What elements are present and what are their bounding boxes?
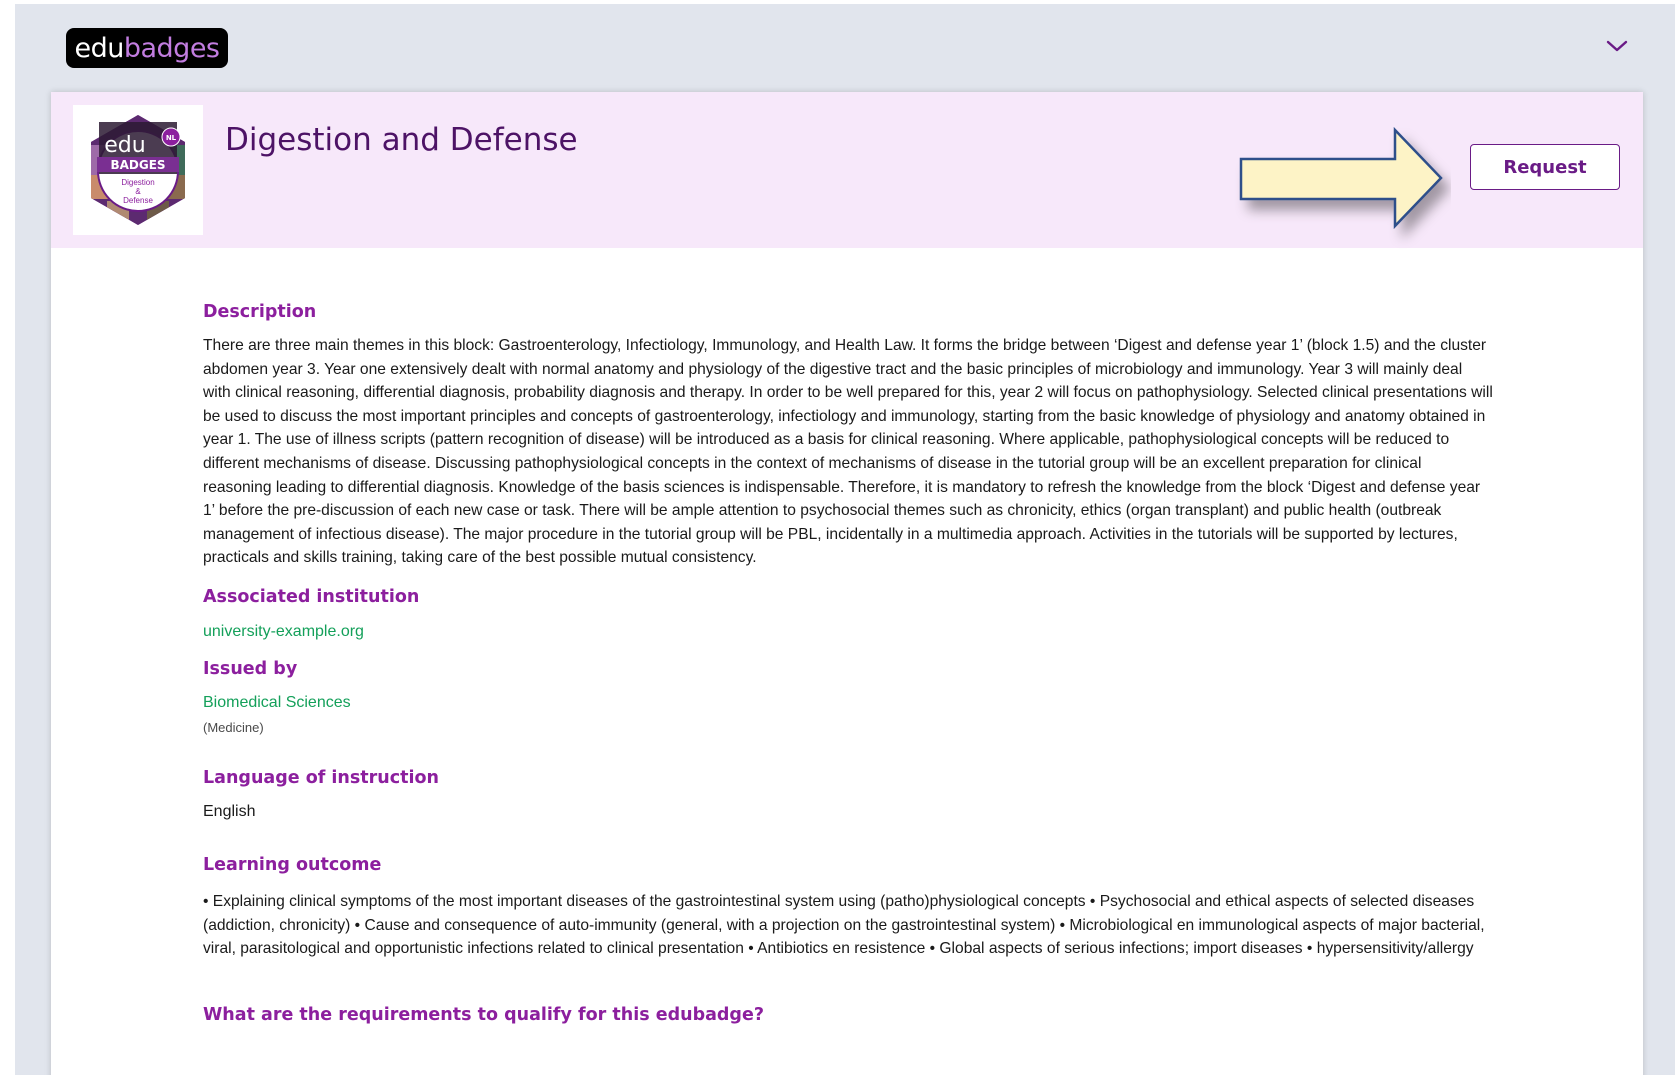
issued-by-heading: Issued by	[203, 659, 298, 679]
language-value: English	[203, 803, 256, 820]
issuer-link[interactable]: Biomedical Sciences	[203, 694, 351, 712]
top-bar: edu badges	[15, 4, 1675, 92]
request-button[interactable]: Request	[1470, 144, 1620, 190]
badge-image-line3: Defense	[123, 196, 153, 205]
badge-detail-card: edu BADGES Digestion & Defense NL Digest…	[51, 92, 1643, 1075]
badge-image-badges: BADGES	[110, 158, 165, 172]
badge-image-line2: &	[135, 187, 141, 196]
description-text: There are three main themes in this bloc…	[203, 337, 1493, 567]
logo-edu-text: edu	[74, 32, 124, 64]
badge-image-line1: Digestion	[121, 178, 154, 187]
edubadges-logo[interactable]: edu badges	[66, 28, 228, 68]
chevron-down-icon[interactable]	[1602, 34, 1632, 58]
page-title: Digestion and Defense	[225, 122, 578, 158]
page-background: edu badges edu BADGES Digestion & Defens…	[15, 4, 1675, 1075]
logo-badges-text: badges	[123, 32, 220, 64]
badge-image-edu: edu	[104, 133, 145, 158]
institution-heading: Associated institution	[203, 587, 420, 607]
learning-outcome-text: • Explaining clinical symptoms of the mo…	[203, 893, 1485, 958]
language-heading: Language of instruction	[203, 768, 439, 788]
requirements-heading: What are the requirements to qualify for…	[203, 1005, 764, 1025]
badge-header: edu BADGES Digestion & Defense NL Digest…	[51, 92, 1643, 248]
arrow-annotation-icon	[1221, 126, 1451, 255]
institution-link[interactable]: university-example.org	[203, 623, 364, 641]
issuer-faculty: (Medicine)	[203, 720, 264, 735]
description-heading: Description	[203, 302, 317, 322]
badge-image: edu BADGES Digestion & Defense NL	[73, 105, 203, 235]
badge-image-corner: NL	[166, 134, 177, 142]
learning-outcome-heading: Learning outcome	[203, 855, 382, 875]
